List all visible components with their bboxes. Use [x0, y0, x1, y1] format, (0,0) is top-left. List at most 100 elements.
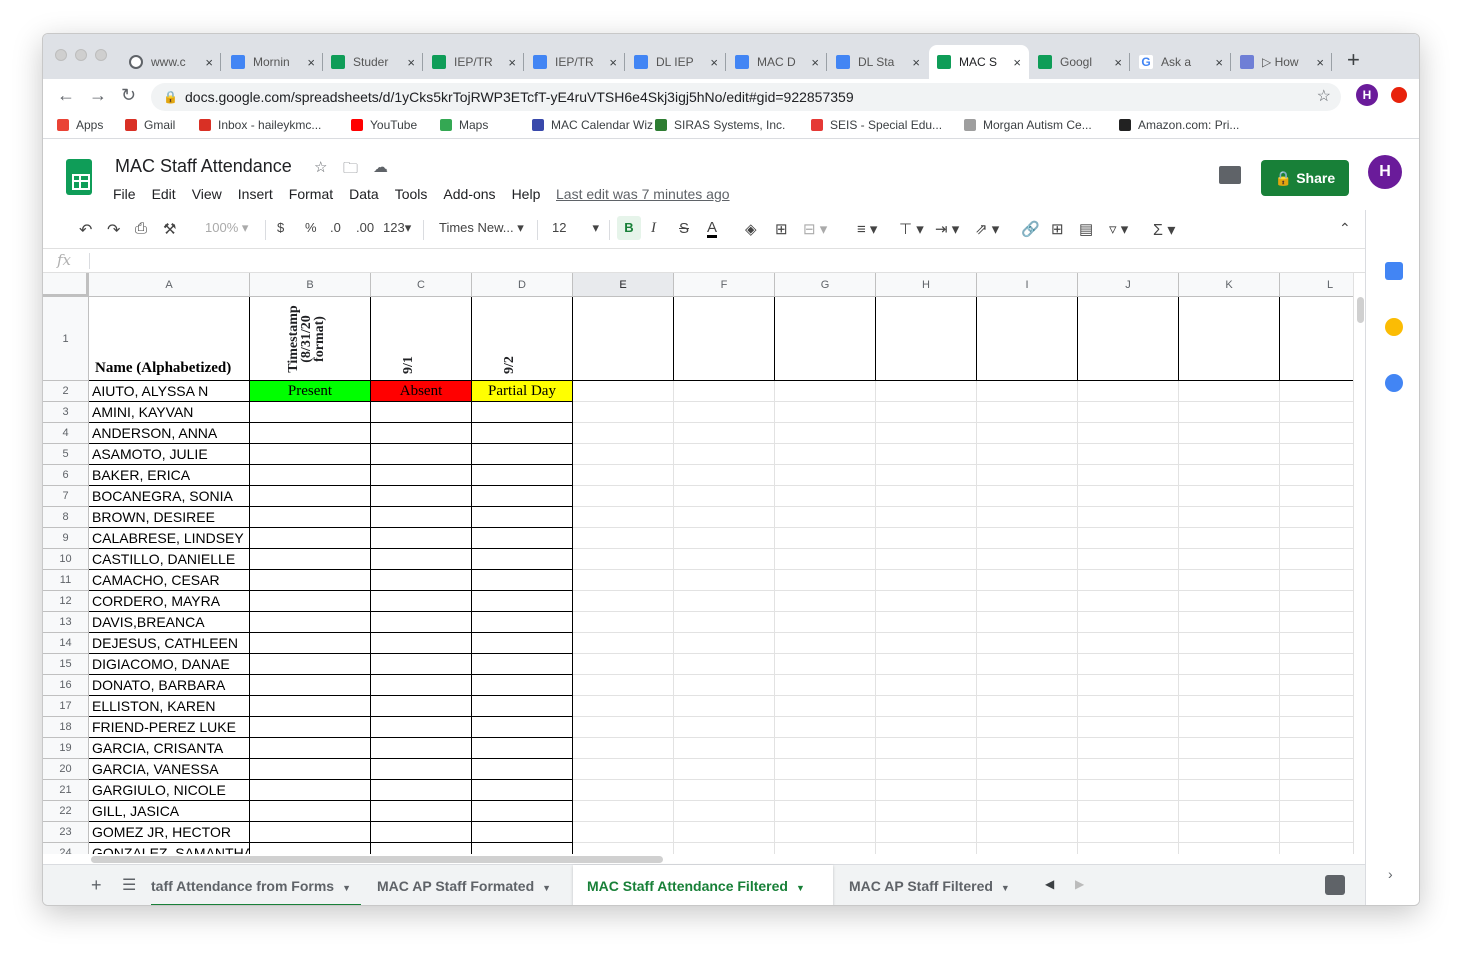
close-tab-icon[interactable]: ×: [1013, 55, 1021, 70]
legend-absent[interactable]: Absent: [371, 381, 472, 402]
data-cell[interactable]: [1280, 465, 1353, 486]
legend-partial[interactable]: Partial Day: [472, 381, 573, 402]
data-cell[interactable]: [977, 717, 1078, 738]
bookmark-item[interactable]: Gmail: [125, 118, 175, 132]
vertical-scrollbar[interactable]: [1353, 273, 1365, 854]
row-header[interactable]: 24: [43, 843, 89, 854]
data-cell[interactable]: [876, 528, 977, 549]
data-cell[interactable]: [573, 507, 674, 528]
data-cell[interactable]: [977, 612, 1078, 633]
font-select[interactable]: Times New... ▾: [439, 220, 524, 236]
star-icon[interactable]: ☆: [314, 158, 327, 176]
data-cell[interactable]: [1280, 570, 1353, 591]
row-header[interactable]: 11: [43, 570, 89, 591]
data-cell[interactable]: [876, 822, 977, 843]
menu-data[interactable]: Data: [349, 186, 379, 202]
data-cell[interactable]: [573, 423, 674, 444]
data-cell[interactable]: [1078, 822, 1179, 843]
bookmark-item[interactable]: Morgan Autism Ce...: [964, 118, 1092, 132]
data-cell[interactable]: [977, 465, 1078, 486]
column-header[interactable]: A: [89, 273, 250, 297]
data-cell[interactable]: [775, 717, 876, 738]
keep-icon[interactable]: [1385, 318, 1403, 336]
data-cell[interactable]: [1078, 759, 1179, 780]
data-cell[interactable]: [371, 570, 472, 591]
column-header[interactable]: H: [876, 273, 977, 297]
data-cell[interactable]: [1280, 528, 1353, 549]
browser-tab[interactable]: Mornin ×: [223, 45, 323, 79]
name-cell[interactable]: ASAMOTO, JULIE: [89, 444, 250, 465]
data-cell[interactable]: [876, 780, 977, 801]
data-cell[interactable]: [674, 591, 775, 612]
data-cell[interactable]: [977, 822, 1078, 843]
name-cell[interactable]: BROWN, DESIREE: [89, 507, 250, 528]
data-cell[interactable]: [1078, 402, 1179, 423]
data-cell[interactable]: [674, 423, 775, 444]
column-header[interactable]: L: [1280, 273, 1353, 297]
data-cell[interactable]: [674, 507, 775, 528]
browser-tab[interactable]: IEP/TR ×: [525, 45, 625, 79]
sheet-tab[interactable]: MAC AP Staff Filtered ▼: [835, 865, 1015, 905]
bookmark-item[interactable]: SIRAS Systems, Inc.: [655, 118, 785, 132]
data-cell[interactable]: [573, 822, 674, 843]
data-cell[interactable]: [977, 402, 1078, 423]
data-cell[interactable]: [876, 675, 977, 696]
scroll-tabs-right-icon[interactable]: ▶: [1075, 877, 1084, 891]
data-cell[interactable]: [1078, 696, 1179, 717]
scroll-thumb[interactable]: [1357, 297, 1364, 323]
new-tab-button[interactable]: +: [1347, 47, 1360, 73]
data-cell[interactable]: [1179, 465, 1280, 486]
data-cell[interactable]: [1179, 444, 1280, 465]
data-cell[interactable]: [977, 486, 1078, 507]
row-header[interactable]: 6: [43, 465, 89, 486]
data-cell[interactable]: [250, 549, 371, 570]
data-cell[interactable]: [472, 528, 573, 549]
data-cell[interactable]: [371, 717, 472, 738]
data-cell[interactable]: [250, 528, 371, 549]
scroll-thumb[interactable]: [91, 856, 663, 863]
data-cell[interactable]: [977, 633, 1078, 654]
data-cell[interactable]: [1179, 738, 1280, 759]
row-header[interactable]: 19: [43, 738, 89, 759]
close-tab-icon[interactable]: ×: [710, 55, 718, 70]
data-cell[interactable]: [1280, 696, 1353, 717]
browser-tab[interactable]: MAC D ×: [727, 45, 827, 79]
data-cell[interactable]: [876, 612, 977, 633]
data-cell[interactable]: [775, 402, 876, 423]
row-header[interactable]: 20: [43, 759, 89, 780]
data-cell[interactable]: [1280, 633, 1353, 654]
data-cell[interactable]: [876, 654, 977, 675]
data-cell[interactable]: [674, 696, 775, 717]
data-cell[interactable]: [1179, 759, 1280, 780]
name-cell[interactable]: GARCIA, CRISANTA: [89, 738, 250, 759]
bookmark-item[interactable]: Inbox - haileykmc...: [199, 118, 321, 132]
data-cell[interactable]: [775, 843, 876, 854]
reload-icon[interactable]: ↻: [121, 85, 136, 106]
data-cell[interactable]: [775, 780, 876, 801]
bookmark-star-icon[interactable]: ☆: [1317, 83, 1331, 111]
data-cell[interactable]: [1179, 717, 1280, 738]
name-cell[interactable]: GILL, JASICA: [89, 801, 250, 822]
data-cell[interactable]: [371, 507, 472, 528]
browser-tab[interactable]: DL Sta ×: [828, 45, 928, 79]
close-tab-icon[interactable]: ×: [1316, 55, 1324, 70]
data-cell[interactable]: [977, 696, 1078, 717]
close-tab-icon[interactable]: ×: [508, 55, 516, 70]
row-header[interactable]: 2: [43, 381, 89, 402]
data-cell[interactable]: [1078, 444, 1179, 465]
column-header[interactable]: E: [573, 273, 674, 297]
data-cell[interactable]: [775, 612, 876, 633]
data-cell[interactable]: [250, 570, 371, 591]
fill-color-icon[interactable]: ◈: [745, 220, 757, 238]
data-cell[interactable]: [775, 570, 876, 591]
data-cell[interactable]: [573, 696, 674, 717]
column-header[interactable]: G: [775, 273, 876, 297]
font-size-select[interactable]: 12 ▾: [552, 220, 599, 236]
data-cell[interactable]: [775, 507, 876, 528]
name-cell[interactable]: ELLISTON, KAREN: [89, 696, 250, 717]
data-cell[interactable]: [876, 486, 977, 507]
column-header[interactable]: F: [674, 273, 775, 297]
name-cell[interactable]: GARCIA, VANESSA: [89, 759, 250, 780]
data-cell[interactable]: [472, 423, 573, 444]
text-rotation-icon[interactable]: ⇗ ▾: [975, 220, 999, 238]
